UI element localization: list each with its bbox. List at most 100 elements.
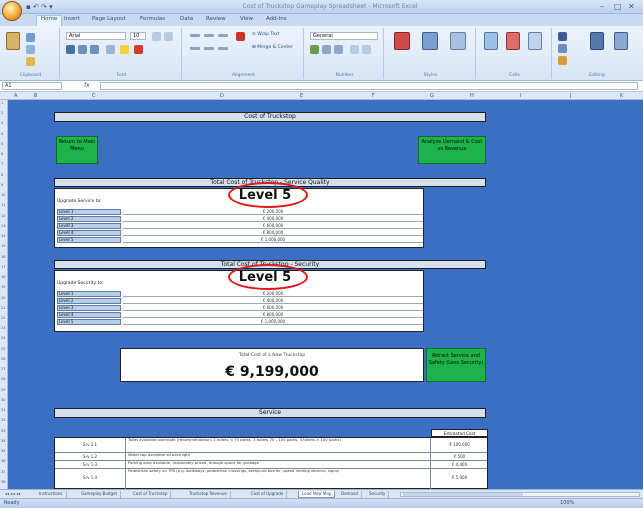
column-header[interactable]: F xyxy=(372,93,375,99)
currency-icon[interactable] xyxy=(310,45,319,54)
row-header[interactable]: 24 xyxy=(1,336,6,340)
column-header[interactable]: I xyxy=(520,93,521,99)
font-name-select[interactable]: Arial xyxy=(66,32,126,40)
font-color-icon[interactable] xyxy=(134,45,143,54)
row-header[interactable]: 18 xyxy=(1,275,6,279)
align-left-icon[interactable] xyxy=(190,47,200,50)
decrease-decimal-icon[interactable] xyxy=(362,45,371,54)
delete-cells-icon[interactable] xyxy=(506,32,520,50)
row-header[interactable]: 1 xyxy=(1,101,3,105)
percent-icon[interactable] xyxy=(322,45,331,54)
row-header[interactable]: 32 xyxy=(1,418,6,422)
row-header[interactable]: 21 xyxy=(1,306,6,310)
tab-home[interactable]: Home xyxy=(36,15,63,26)
sheet-tab[interactable]: Cost of Upgrade xyxy=(248,491,288,498)
column-header[interactable]: K xyxy=(620,93,623,99)
quick-access-toolbar[interactable]: ▪ ↶ ↷ ▾ xyxy=(26,3,53,11)
row-header[interactable]: 29 xyxy=(1,388,6,392)
scroll-thumb[interactable] xyxy=(403,493,523,496)
row-header[interactable]: 6 xyxy=(1,152,3,156)
row-header[interactable]: 3 xyxy=(1,121,3,125)
fx-icon[interactable]: fx xyxy=(84,82,90,89)
column-header[interactable]: E xyxy=(300,93,303,99)
clear-icon[interactable] xyxy=(558,56,567,65)
column-header[interactable]: H xyxy=(470,93,474,99)
sheet-nav-arrows[interactable]: ◂◂ ◂ ▸ ▸▸ xyxy=(2,491,24,498)
number-format-select[interactable]: General xyxy=(310,32,378,40)
row-header[interactable]: 15 xyxy=(1,244,6,248)
row-header[interactable]: 23 xyxy=(1,326,6,330)
tab-review[interactable]: Review xyxy=(206,16,226,22)
row-header[interactable]: 12 xyxy=(1,214,6,218)
row-header[interactable]: 8 xyxy=(1,173,3,177)
row-header[interactable]: 13 xyxy=(1,224,6,228)
sort-filter-icon[interactable] xyxy=(590,32,604,50)
analyze-demand-button[interactable]: Analyze Demand & Cost vs Revenue xyxy=(418,136,486,164)
security-level-cell[interactable]: Level 1 xyxy=(57,291,121,297)
service-level-cell[interactable]: Level 3 xyxy=(57,223,121,229)
tab-page-layout[interactable]: Page Layout xyxy=(92,16,126,22)
row-header[interactable]: 26 xyxy=(1,357,6,361)
row-header[interactable]: 30 xyxy=(1,398,6,402)
insert-cells-icon[interactable] xyxy=(484,32,498,50)
service-level-cell[interactable]: Level 5 xyxy=(57,237,121,243)
shrink-font-icon[interactable] xyxy=(164,32,173,41)
sheet-tab[interactable]: Cost of Truckstop xyxy=(130,491,172,498)
column-header[interactable]: G xyxy=(430,93,434,99)
underline-icon[interactable] xyxy=(90,45,99,54)
row-header[interactable]: 27 xyxy=(1,367,6,371)
name-box[interactable]: A1 xyxy=(2,82,62,90)
row-header[interactable]: 31 xyxy=(1,408,6,412)
column-header[interactable]: B xyxy=(34,93,37,99)
return-to-main-menu-button[interactable]: Return to Main Menu xyxy=(56,136,98,164)
row-header[interactable]: 22 xyxy=(1,316,6,320)
font-size-select[interactable]: 10 xyxy=(130,32,146,40)
row-header[interactable]: 17 xyxy=(1,265,6,269)
conditional-formatting-icon[interactable] xyxy=(394,32,410,50)
row-header[interactable]: 10 xyxy=(1,193,6,197)
minimize-button[interactable]: – xyxy=(600,2,604,11)
row-header[interactable]: 38 xyxy=(1,480,6,484)
security-level-cell[interactable]: Level 5 xyxy=(57,319,121,325)
bold-icon[interactable] xyxy=(66,45,75,54)
row-header[interactable]: 28 xyxy=(1,377,6,381)
row-header[interactable]: 9 xyxy=(1,183,3,187)
sheet-tab[interactable]: Demand xyxy=(338,491,362,498)
cut-icon[interactable] xyxy=(26,33,35,42)
zoom-level[interactable]: 100% xyxy=(560,500,574,506)
horizontal-scrollbar[interactable] xyxy=(400,492,640,497)
security-level-cell[interactable]: Level 3 xyxy=(57,305,121,311)
column-header[interactable]: C xyxy=(92,93,96,99)
tab-data[interactable]: Data xyxy=(180,16,193,22)
column-header[interactable]: A xyxy=(14,93,17,99)
grow-font-icon[interactable] xyxy=(152,32,161,41)
tab-add-ins[interactable]: Add-Ins xyxy=(266,16,287,22)
close-button[interactable]: ✕ xyxy=(628,2,635,11)
copy-icon[interactable] xyxy=(26,45,35,54)
sheet-tab[interactable]: Truckstop Revenue xyxy=(186,491,231,498)
row-header[interactable]: 4 xyxy=(1,132,3,136)
cell-styles-icon[interactable] xyxy=(450,32,466,50)
sheet-tab-active[interactable]: Load New Map xyxy=(298,491,336,498)
fill-color-icon[interactable] xyxy=(120,45,129,54)
align-middle-icon[interactable] xyxy=(204,34,214,37)
row-header[interactable]: 7 xyxy=(1,162,3,166)
paste-icon[interactable] xyxy=(6,32,20,50)
merge-center-button[interactable]: ⊞ Merge & Center xyxy=(252,45,302,53)
maximize-button[interactable]: □ xyxy=(614,2,622,11)
worksheet[interactable]: Cost of Truckstop Return to Main Menu An… xyxy=(8,100,643,490)
column-header[interactable]: J xyxy=(570,93,571,99)
row-header[interactable]: 25 xyxy=(1,347,6,351)
find-select-icon[interactable] xyxy=(614,32,628,50)
office-button[interactable] xyxy=(2,1,22,21)
formula-input[interactable] xyxy=(100,82,638,90)
comma-icon[interactable] xyxy=(334,45,343,54)
format-as-table-icon[interactable] xyxy=(422,32,438,50)
row-header[interactable]: 2 xyxy=(1,111,3,115)
row-header[interactable]: 36 xyxy=(1,459,6,463)
sheet-tab[interactable]: Instructions xyxy=(36,491,67,498)
align-bottom-icon[interactable] xyxy=(218,34,228,37)
align-center-icon[interactable] xyxy=(204,47,214,50)
row-header[interactable]: 34 xyxy=(1,439,6,443)
security-level-cell[interactable]: Level 2 xyxy=(57,298,121,304)
